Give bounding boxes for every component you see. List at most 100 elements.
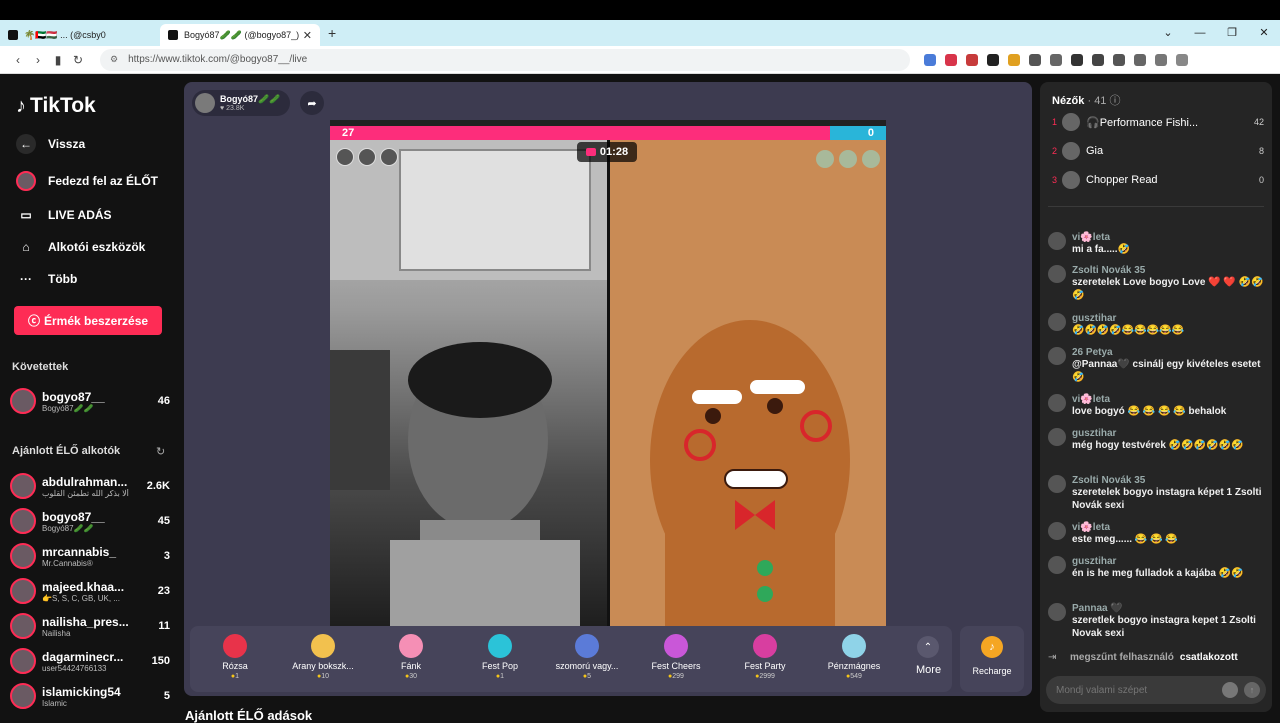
chat-username[interactable]: vi🌸leta [1072,522,1264,533]
viewers-title[interactable]: Nézők · 41 ⓘ [1052,92,1121,108]
recommended-item[interactable]: majeed.khaa... 👉S, S, C, GB, UK, ... 23 [10,576,170,606]
close-tab-icon[interactable]: ✕ [303,29,312,42]
recommended-item[interactable]: dagarminecr... user54424766133 150 [10,646,170,676]
nav-creator-tools-label: Alkotói eszközök [48,240,146,254]
puzzle-icon[interactable] [1029,53,1041,66]
info-icon[interactable]: ⓘ [1110,95,1121,107]
back-arrow-icon[interactable]: ‹ [8,53,28,67]
gift-item[interactable]: Fest Cheers ●299 [637,632,715,688]
site-info-icon[interactable]: ⚙ [110,54,118,65]
gift-item[interactable]: Rózsa ●1 [196,632,274,688]
recommended-item[interactable]: nailisha_pres... Nailisha 11 [10,611,170,641]
extension-icon[interactable] [945,53,957,66]
gifter-avatar[interactable] [336,148,354,166]
avatar [10,613,36,639]
chat-username[interactable]: Zsolti Novák 35 [1072,475,1264,486]
gift-item[interactable]: szomorú vagy... ●5 [548,632,626,688]
avatar[interactable] [1048,265,1066,283]
extension-icon[interactable] [966,53,978,66]
gifter-avatar[interactable] [380,148,398,166]
host-camera-image [330,140,607,626]
gift-item[interactable]: Fest Pop ●1 [461,632,539,688]
chat-username[interactable]: gusztihar [1072,556,1264,567]
chat-input[interactable] [1056,684,1222,696]
recommended-item[interactable]: islamicking54 Islamic 5 [10,681,170,711]
chat-username[interactable]: Pannaa 🖤 [1072,603,1264,614]
nav-live[interactable]: ▭ LIVE ADÁS [16,205,111,225]
browser-tab-1[interactable]: 🌴🇦🇪🇭🇺 ... (@csby0 [0,24,160,46]
top-viewer-row[interactable]: 3 Chopper Read 0 [1052,170,1264,190]
recommended-item[interactable]: abdulrahman... ألا بذكر الله تطمئن القلوب… [10,471,170,501]
url-field[interactable]: ⚙ https://www.tiktok.com/@bogyo87__/live [100,48,910,71]
gift-price: ●2999 [726,673,804,680]
avatar[interactable] [1048,522,1066,540]
avatar[interactable] [1048,556,1066,574]
nav-more[interactable]: ··· Több [16,269,77,289]
nav-back[interactable]: ← Vissza [16,134,85,154]
account-sub: user54424766133 [42,663,107,673]
empty-seat-icon[interactable] [839,150,857,168]
empty-seat-icon[interactable] [862,150,880,168]
download-icon[interactable] [1155,53,1167,66]
nav-explore[interactable]: Fedezd fel az ÉLŐT [16,171,158,191]
extension-icon[interactable] [1008,53,1020,66]
gifter-avatar[interactable] [358,148,376,166]
menu-icon[interactable] [1176,53,1188,66]
avatar[interactable] [1048,313,1066,331]
chat-username[interactable]: gusztihar [1072,313,1264,324]
sidebar-icon[interactable] [1071,53,1083,66]
host-chip[interactable]: Bogyó87🥒🥒 ♥ 23.8K [192,90,290,116]
recharge-button[interactable]: ♪ Recharge [960,626,1024,692]
wallet-icon[interactable] [1092,53,1104,66]
battle-timer: 01:28 [577,142,637,162]
reload-icon[interactable]: ↻ [68,53,88,67]
gift-item[interactable]: Fánk ●30 [372,632,450,688]
recommended-live-heading: Ajánlott ÉLŐ adások [185,708,313,723]
join-username[interactable]: megszűnt felhasználó [1070,652,1174,663]
chat-username[interactable]: vi🌸leta [1072,232,1264,243]
avatar[interactable] [1048,603,1066,621]
avatar[interactable] [1048,347,1066,365]
refresh-icon[interactable]: ↻ [156,445,165,458]
new-tab-icon[interactable]: + [328,25,336,41]
empty-seat-icon[interactable] [816,150,834,168]
chevron-down-icon[interactable]: ⌄ [1152,20,1184,46]
browser-tab-2[interactable]: Bogyó87🥒🥒 (@bogyo87_) ÉL ✕ [160,24,320,46]
send-icon[interactable]: ↑ [1244,682,1260,698]
top-viewer-row[interactable]: 1 🎧Performance Fishi... 42 [1052,112,1264,132]
top-viewer-row[interactable]: 2 Gia 8 [1052,141,1264,161]
avatar[interactable] [1048,475,1066,493]
share-icon[interactable]: ➦ [300,91,324,115]
avatar[interactable] [1048,232,1066,250]
extension-icon[interactable] [987,53,999,66]
following-item[interactable]: bogyo87__ Bogyó87🥒🥒 46 [10,386,170,416]
extension-icon[interactable] [1050,53,1062,66]
gift-price-value: 10 [321,673,330,680]
live-video[interactable]: 27 0 01:28 [330,120,886,626]
chat-username[interactable]: Zsolti Novák 35 [1072,265,1264,276]
gift-item[interactable]: Arany bokszk... ●10 [284,632,362,688]
gift-item[interactable]: Pénzmágnes ●549 [815,632,893,688]
more-gifts-button[interactable]: ⌃ More [916,636,941,676]
chat-username[interactable]: vi🌸leta [1072,394,1264,405]
bookmark-icon[interactable]: ▮ [48,53,68,67]
recommended-item[interactable]: bogyo87__ Bogyó87🥒🥒 45 [10,506,170,536]
recommended-item[interactable]: mrcannabis_ Mr.Cannabis® 3 [10,541,170,571]
ai-icon[interactable] [1113,53,1125,66]
gift-item[interactable]: Fest Party ●2999 [726,632,804,688]
address-bar: ‹ › ▮ ↻ ⚙ https://www.tiktok.com/@bogyo8… [0,46,1280,74]
minimize-icon[interactable]: — [1184,20,1216,46]
restore-icon[interactable]: ❐ [1216,20,1248,46]
shield-icon[interactable] [1134,53,1146,66]
get-coins-button[interactable]: ⓒ Érmék beszerzése [14,306,162,335]
tiktok-logo[interactable]: ♪ TikTok [16,94,96,118]
chat-username[interactable]: 26 Petya [1072,347,1264,358]
extension-icon[interactable] [924,53,936,66]
emoji-icon[interactable] [1222,682,1238,698]
nav-creator-tools[interactable]: ⌂ Alkotói eszközök [16,237,145,257]
close-window-icon[interactable]: ✕ [1248,20,1280,46]
forward-arrow-icon[interactable]: › [28,53,48,67]
avatar[interactable] [1048,428,1066,446]
avatar[interactable] [1048,394,1066,412]
chat-username[interactable]: gusztihar [1072,428,1264,439]
